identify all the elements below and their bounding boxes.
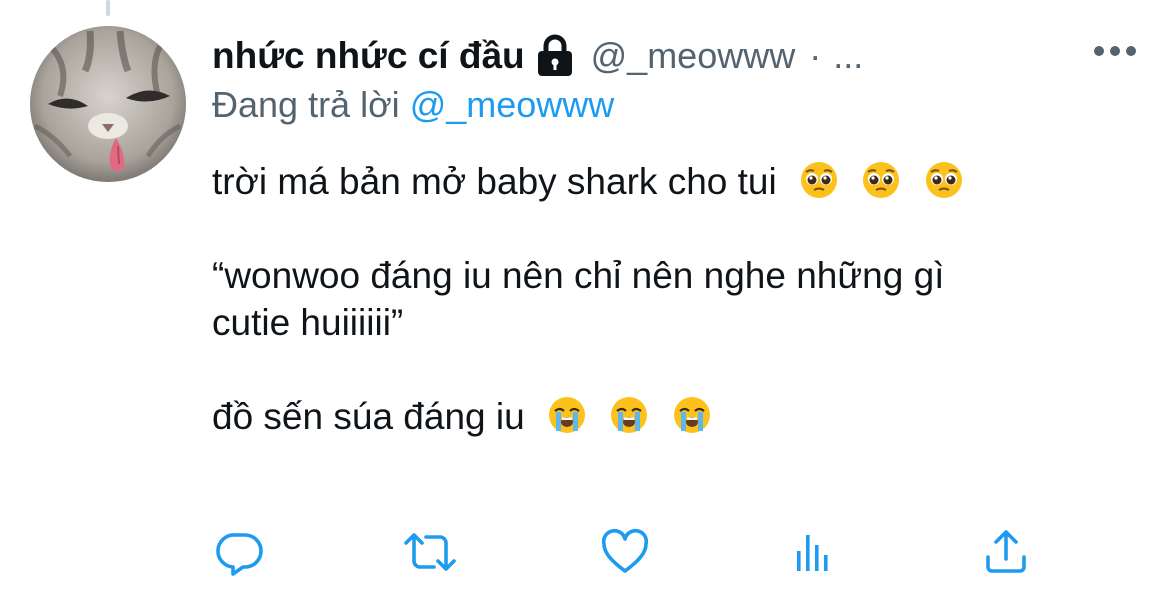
retweet-icon: [404, 533, 456, 571]
tweet-content: nhức nhức cí đầu @_meowww · ... Đang trả…: [212, 28, 1142, 440]
tweet-line-1-text: trời má bản mở baby shark cho tui: [212, 161, 777, 202]
heart-icon: [601, 528, 649, 573]
tweet-text: trời má bản mở baby shark cho tui “wonwo…: [212, 158, 1142, 440]
replying-to: Đang trả lời @_meowww: [212, 80, 1142, 130]
reply-handle-link[interactable]: @_meowww: [410, 84, 615, 125]
loudly-crying-face-emoji: [548, 397, 585, 433]
tweet-line-4: đồ sến súa đáng iu: [212, 393, 1142, 440]
separator-dot: ·: [809, 35, 822, 76]
reply-button[interactable]: [212, 524, 268, 580]
analytics-icon: [797, 535, 828, 571]
tweet-line-4-text: đồ sến súa đáng iu: [212, 396, 525, 437]
tweet-line-3: cutie huiiiiii”: [212, 302, 404, 343]
pleading-face-emoji: [925, 162, 962, 198]
analytics-button[interactable]: [784, 524, 840, 580]
pleading-face-emoji: [863, 162, 900, 198]
tweet-line-2: “wonwoo đáng iu nên chỉ nên nghe những g…: [212, 255, 945, 296]
thread-connector-line: [106, 0, 110, 16]
pleading-face-emoji: [800, 162, 837, 198]
reply-icon: [216, 533, 263, 576]
like-button[interactable]: [597, 524, 653, 580]
tweet-line-1: trời má bản mở baby shark cho tui: [212, 158, 1142, 205]
lock-icon: [535, 34, 575, 78]
loudly-crying-face-emoji: [611, 397, 648, 433]
avatar[interactable]: [30, 26, 186, 182]
share-button[interactable]: [978, 524, 1034, 580]
cat-avatar-image: [30, 26, 186, 182]
retweet-button[interactable]: [402, 524, 458, 580]
more-icon[interactable]: [1090, 36, 1140, 66]
display-name[interactable]: nhức nhức cí đầu: [212, 35, 525, 77]
tweet-header: nhức nhức cí đầu @_meowww · ...: [212, 28, 1142, 84]
tweet-action-bar: [212, 524, 1042, 580]
reply-prefix: Đang trả lời: [212, 84, 400, 125]
loudly-crying-face-emoji: [673, 397, 710, 433]
timestamp[interactable]: ...: [833, 35, 863, 77]
author-handle[interactable]: @_meowww: [591, 35, 796, 77]
share-icon: [986, 530, 1026, 573]
